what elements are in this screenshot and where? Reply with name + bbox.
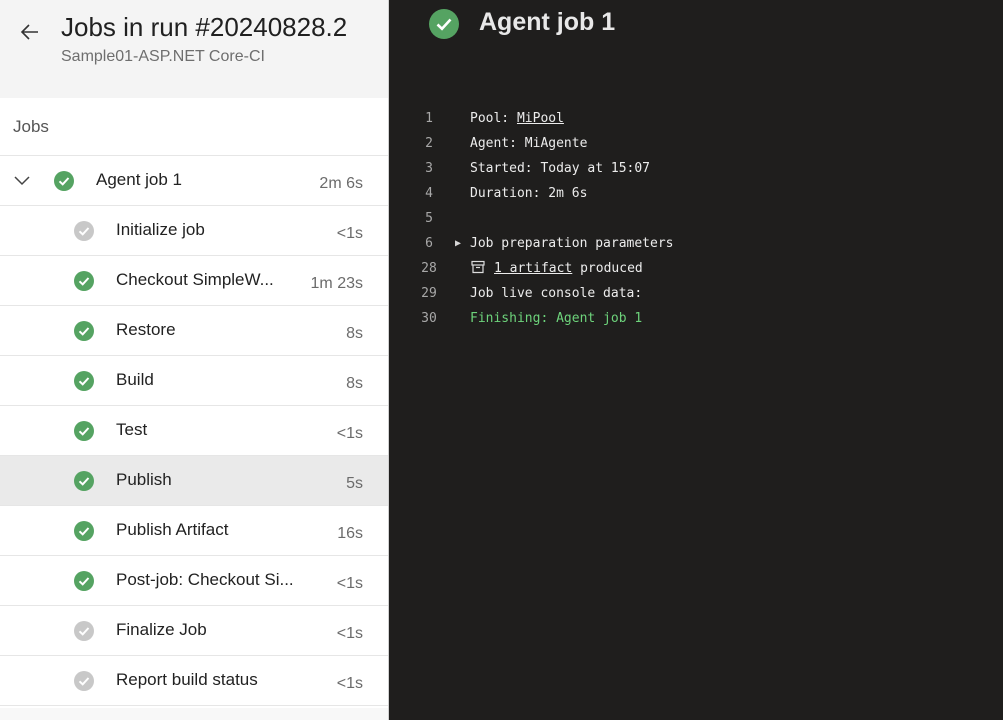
- page-title: Jobs in run #20240828.2: [61, 12, 348, 42]
- jobs-panel: Jobs in run #20240828.2 Sample01-ASP.NET…: [0, 0, 389, 720]
- log-output: 1 Pool: MiPool 2 Agent: MiAgente 3 Start…: [389, 108, 1003, 333]
- line-number: 28: [421, 261, 437, 276]
- log-text: produced: [572, 261, 643, 276]
- check-circle-icon: [74, 471, 94, 491]
- line-number: 30: [421, 311, 437, 326]
- log-line: 29 Job live console data:: [389, 283, 1003, 308]
- step-duration: <1s: [336, 225, 363, 242]
- step-row[interactable]: Build 8s: [0, 356, 388, 406]
- step-row[interactable]: Checkout SimpleW... 1m 23s: [0, 256, 388, 306]
- step-row[interactable]: Report build status <1s: [0, 656, 388, 706]
- jobs-heading: Jobs: [0, 98, 388, 156]
- step-duration: 8s: [346, 375, 363, 392]
- step-row[interactable]: Initialize job <1s: [0, 206, 388, 256]
- page-subtitle: Sample01-ASP.NET Core-CI: [61, 48, 265, 65]
- check-circle-icon: [74, 521, 94, 541]
- line-number: 1: [425, 111, 433, 126]
- log-text: Started: Today at 15:07: [470, 161, 651, 176]
- step-duration: 1m 23s: [310, 275, 363, 292]
- page-header: Jobs in run #20240828.2 Sample01-ASP.NET…: [0, 0, 388, 98]
- line-number: 4: [425, 186, 433, 201]
- job-row-agent-job-1[interactable]: Agent job 1 2m 6s: [0, 156, 388, 206]
- check-circle-icon: [74, 571, 94, 591]
- log-text: Job live console data:: [470, 286, 643, 301]
- log-line: 2 Agent: MiAgente: [389, 133, 1003, 158]
- step-row[interactable]: Post-job: Checkout Si... <1s: [0, 556, 388, 606]
- job-duration: 2m 6s: [319, 175, 363, 192]
- back-button[interactable]: [18, 20, 42, 44]
- step-row[interactable]: Publish Artifact 16s: [0, 506, 388, 556]
- log-panel: Agent job 1 1 Pool: MiPool 2 Agent: MiAg…: [389, 0, 1003, 720]
- step-duration: 8s: [346, 325, 363, 342]
- log-text: Agent: MiAgente: [470, 136, 588, 151]
- log-line: 3 Started: Today at 15:07: [389, 158, 1003, 183]
- triangle-right-icon[interactable]: ▶: [455, 233, 461, 255]
- step-duration: 5s: [346, 475, 363, 492]
- check-circle-icon: [429, 9, 459, 39]
- log-line: 30 Finishing: Agent job 1: [389, 308, 1003, 333]
- step-name: Checkout SimpleW...: [116, 270, 274, 289]
- step-name: Restore: [116, 320, 176, 339]
- step-name: Report build status: [116, 670, 258, 689]
- arrow-left-icon: [20, 24, 38, 40]
- job-name: Agent job 1: [96, 170, 183, 189]
- jobs-list: Jobs Agent job 1 2m 6s Initialize job <1s…: [0, 98, 388, 708]
- check-circle-icon: [54, 171, 74, 191]
- step-name: Finalize Job: [116, 620, 207, 639]
- line-number: 3: [425, 161, 433, 176]
- step-name: Publish Artifact: [116, 520, 229, 539]
- step-duration: 16s: [337, 525, 363, 542]
- step-name: Initialize job: [116, 220, 205, 239]
- check-circle-gray-icon: [74, 221, 94, 241]
- line-number: 29: [421, 286, 437, 301]
- line-number: 2: [425, 136, 433, 151]
- check-circle-gray-icon: [74, 671, 94, 691]
- log-text: Pool:: [470, 111, 517, 126]
- log-line: 28 1 artifact produced: [389, 258, 1003, 283]
- step-duration: <1s: [336, 675, 363, 692]
- log-text: Job preparation parameters: [470, 236, 674, 251]
- step-name: Post-job: Checkout Si...: [116, 570, 294, 589]
- check-circle-icon: [74, 421, 94, 441]
- line-number: 6: [425, 236, 433, 251]
- pool-link[interactable]: MiPool: [517, 111, 564, 126]
- line-number: 5: [425, 211, 433, 226]
- step-name: Test: [116, 420, 148, 439]
- check-circle-icon: [74, 321, 94, 341]
- step-duration: <1s: [336, 425, 363, 442]
- step-row[interactable]: Restore 8s: [0, 306, 388, 356]
- log-line: 4 Duration: 2m 6s: [389, 183, 1003, 208]
- log-text-finishing: Finishing: Agent job 1: [470, 311, 643, 326]
- check-circle-icon: [74, 371, 94, 391]
- log-group-job-preparation[interactable]: 6 ▶ Job preparation parameters: [389, 233, 1003, 258]
- step-name: Publish: [116, 470, 172, 489]
- step-duration: <1s: [336, 625, 363, 642]
- step-row[interactable]: Finalize Job <1s: [0, 606, 388, 656]
- log-title: Agent job 1: [479, 8, 616, 36]
- step-row[interactable]: Test <1s: [0, 406, 388, 456]
- log-line: 5: [389, 208, 1003, 233]
- step-row[interactable]: Publish 5s: [0, 456, 388, 506]
- step-name: Build: [116, 370, 154, 389]
- log-text: Duration: 2m 6s: [470, 186, 588, 201]
- check-circle-gray-icon: [74, 621, 94, 641]
- step-duration: <1s: [336, 575, 363, 592]
- archive-box-icon: [470, 259, 486, 283]
- log-line: 1 Pool: MiPool: [389, 108, 1003, 133]
- artifact-link[interactable]: 1 artifact: [494, 261, 572, 276]
- check-circle-icon: [74, 271, 94, 291]
- chevron-down-icon[interactable]: [12, 171, 32, 191]
